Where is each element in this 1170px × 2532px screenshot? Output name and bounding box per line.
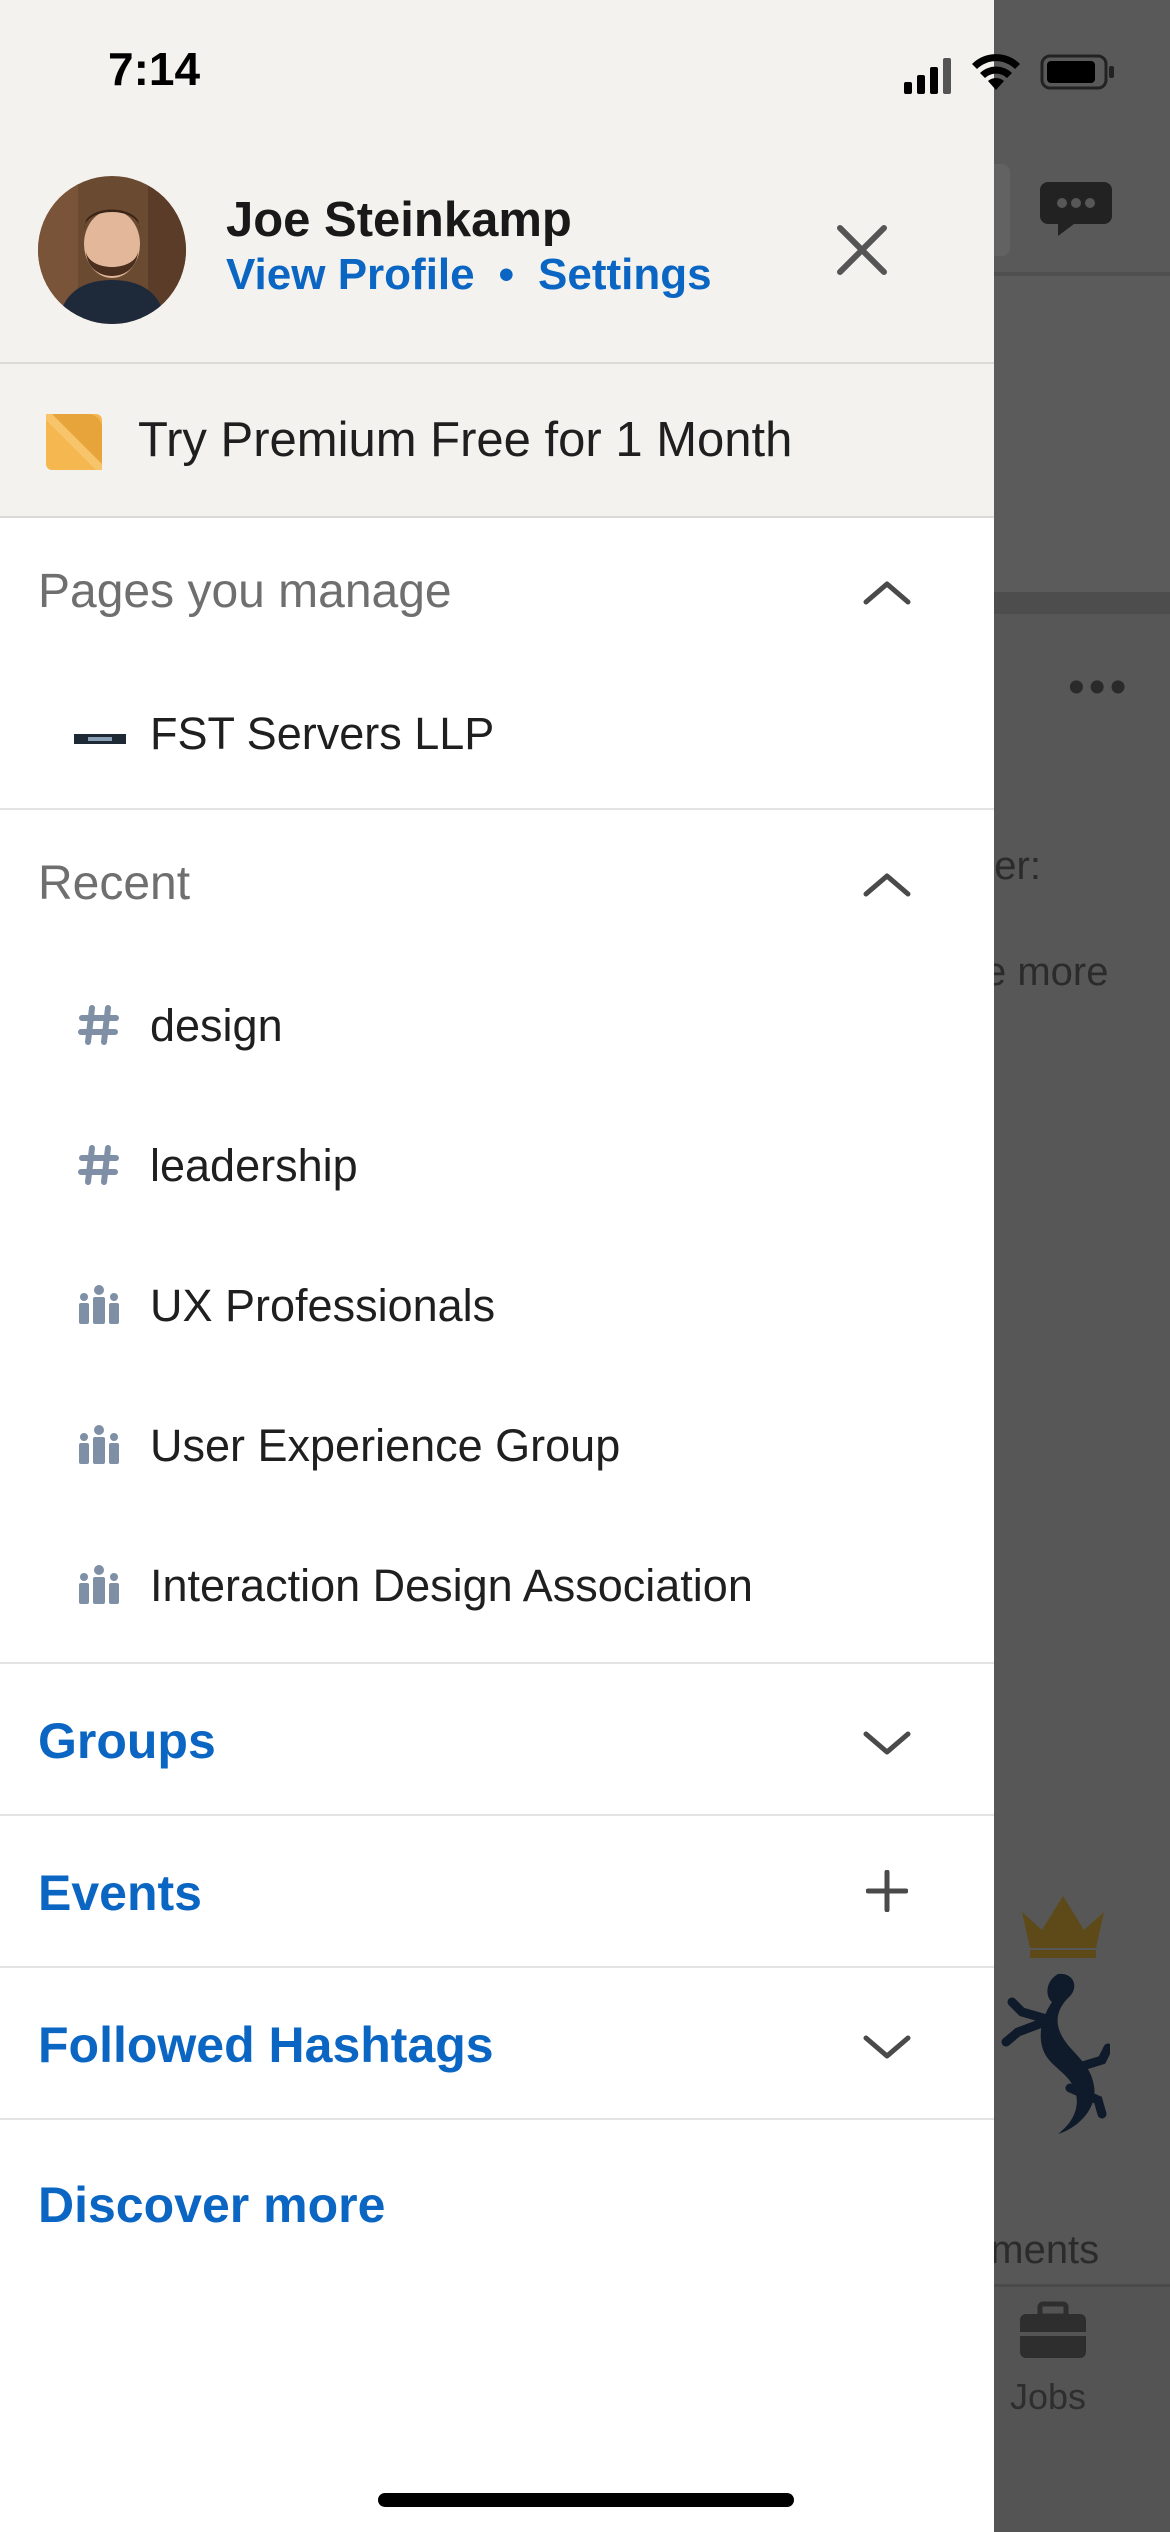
- pages-section-header: Pages you manage: [38, 565, 452, 618]
- discover-more-label: Discover more: [38, 2177, 386, 2233]
- link-separator: •: [498, 250, 515, 299]
- nav-groups[interactable]: Groups: [0, 1664, 994, 1814]
- profile-links: View Profile • Settings: [226, 250, 712, 300]
- list-item-label: leadership: [150, 1140, 358, 1191]
- group-icon: [79, 1425, 119, 1464]
- events-label: Events: [38, 1865, 202, 1921]
- list-item[interactable]: Interaction Design Association: [0, 1520, 994, 1660]
- list-item-label: UX Professionals: [150, 1280, 496, 1331]
- list-item[interactable]: FST Servers LLP: [0, 668, 994, 808]
- profile-header: Joe Steinkamp View Profile • Settings: [0, 140, 994, 364]
- list-item-label: FST Servers LLP: [150, 708, 495, 759]
- tab-jobs-label: Jobs: [1010, 2376, 1087, 2417]
- background-snippet: e more: [984, 950, 1109, 994]
- list-item-label: User Experience Group: [150, 1420, 621, 1471]
- close-icon[interactable]: [830, 218, 894, 282]
- list-item[interactable]: UX Professionals: [0, 1240, 994, 1380]
- nav-events[interactable]: Events: [0, 1816, 994, 1966]
- plus-icon[interactable]: [866, 1870, 908, 1912]
- hashtag-icon: [78, 1005, 119, 1045]
- briefcase-icon: [1020, 2301, 1086, 2358]
- chevron-up-icon[interactable]: [862, 870, 912, 900]
- home-indicator[interactable]: [378, 2493, 794, 2507]
- groups-label: Groups: [38, 1713, 216, 1769]
- list-item[interactable]: leadership: [0, 1100, 994, 1240]
- chevron-down-icon[interactable]: [862, 1724, 912, 1760]
- group-icon: [79, 1565, 119, 1604]
- list-item-label: Interaction Design Association: [150, 1560, 753, 1611]
- navigation-drawer: 7:14 Joe Steinkamp View Profile • Settin…: [0, 0, 1114, 2532]
- company-logo-icon: [74, 734, 126, 744]
- chevron-down-icon[interactable]: [862, 2028, 912, 2064]
- avatar[interactable]: [38, 176, 186, 324]
- battery-icon: [1040, 54, 1114, 90]
- profile-name: Joe Steinkamp: [226, 193, 572, 247]
- crown-icon: [1022, 1896, 1104, 1958]
- gecko-illustration: [1001, 1973, 1110, 2134]
- list-item-label: design: [150, 1000, 283, 1051]
- settings-link[interactable]: Settings: [538, 250, 712, 299]
- status-time: 7:14: [108, 43, 201, 95]
- cellular-signal-icon: [904, 58, 951, 94]
- list-item[interactable]: design: [0, 960, 994, 1100]
- status-bar: 7:14: [0, 0, 994, 140]
- chevron-up-icon[interactable]: [862, 578, 912, 608]
- list-item[interactable]: User Experience Group: [0, 1380, 994, 1520]
- wifi-icon: [972, 54, 1020, 90]
- more-options-icon: •••: [1068, 661, 1131, 714]
- premium-label: Try Premium Free for 1 Month: [138, 413, 793, 467]
- recent-section-header: Recent: [38, 857, 191, 910]
- premium-trial-banner[interactable]: Try Premium Free for 1 Month: [0, 364, 994, 518]
- followed-hashtags-label: Followed Hashtags: [38, 2017, 494, 2073]
- nav-followed-hashtags[interactable]: Followed Hashtags: [0, 1968, 994, 2118]
- premium-icon: [46, 414, 102, 470]
- view-profile-link[interactable]: View Profile: [226, 250, 475, 299]
- hashtag-icon: [78, 1145, 119, 1185]
- nav-discover-more[interactable]: Discover more: [0, 2128, 994, 2278]
- group-icon: [79, 1285, 119, 1324]
- messaging-icon: [1040, 182, 1112, 236]
